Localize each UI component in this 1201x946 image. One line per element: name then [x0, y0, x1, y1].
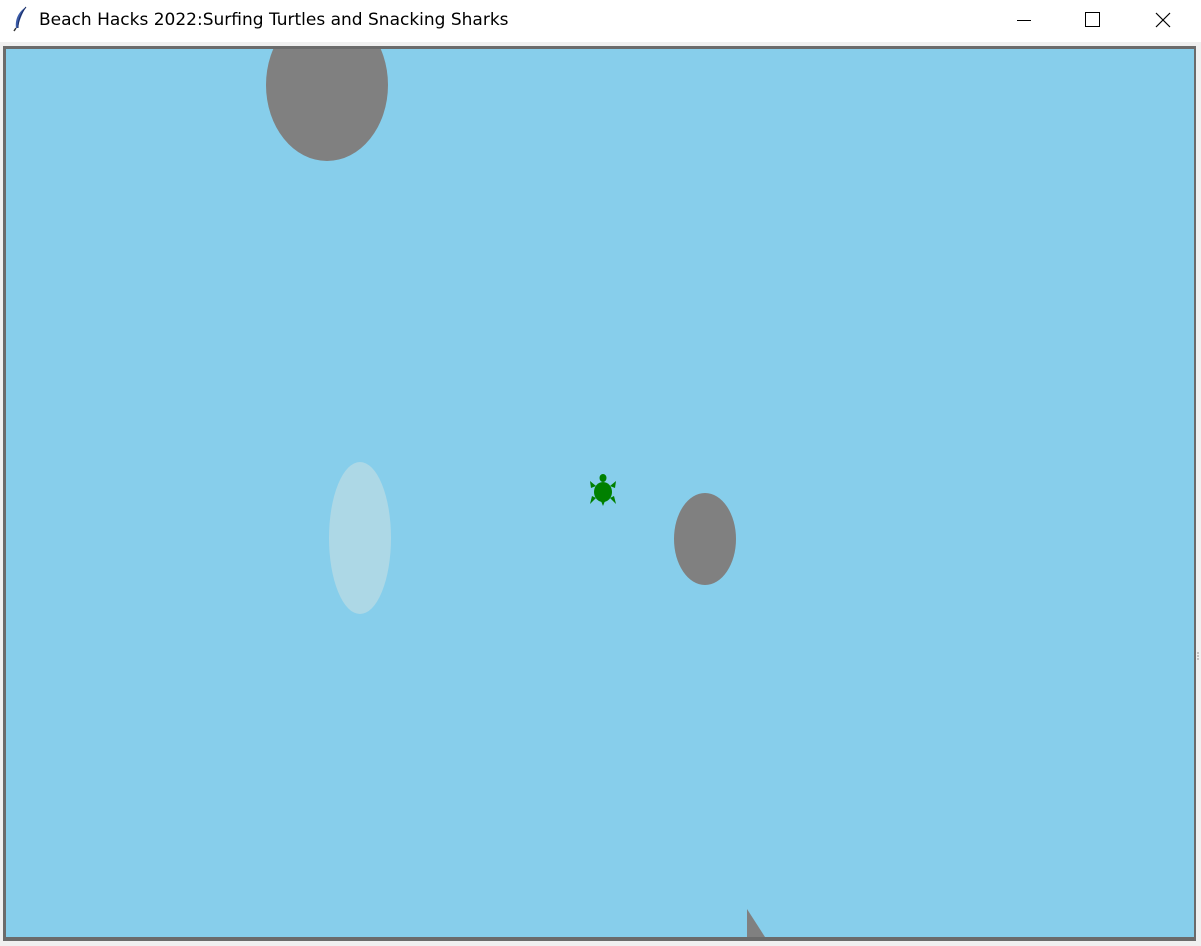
minimize-button[interactable] — [1000, 0, 1046, 42]
resize-grip[interactable] — [1196, 646, 1200, 660]
maximize-button[interactable] — [1069, 0, 1115, 42]
minimize-icon — [1017, 20, 1031, 21]
title-bar[interactable]: Beach Hacks 2022:Surfing Turtles and Sna… — [0, 0, 1201, 42]
game-window: Beach Hacks 2022:Surfing Turtles and Sna… — [0, 0, 1201, 946]
maximize-icon — [1085, 12, 1100, 27]
feather-icon — [12, 6, 30, 32]
close-button[interactable] — [1140, 0, 1186, 42]
wave — [329, 462, 391, 614]
close-icon — [1155, 12, 1171, 28]
rock — [674, 493, 736, 585]
window-title: Beach Hacks 2022:Surfing Turtles and Sna… — [39, 10, 509, 30]
game-canvas[interactable] — [6, 49, 1194, 937]
game-scene — [6, 49, 1194, 937]
